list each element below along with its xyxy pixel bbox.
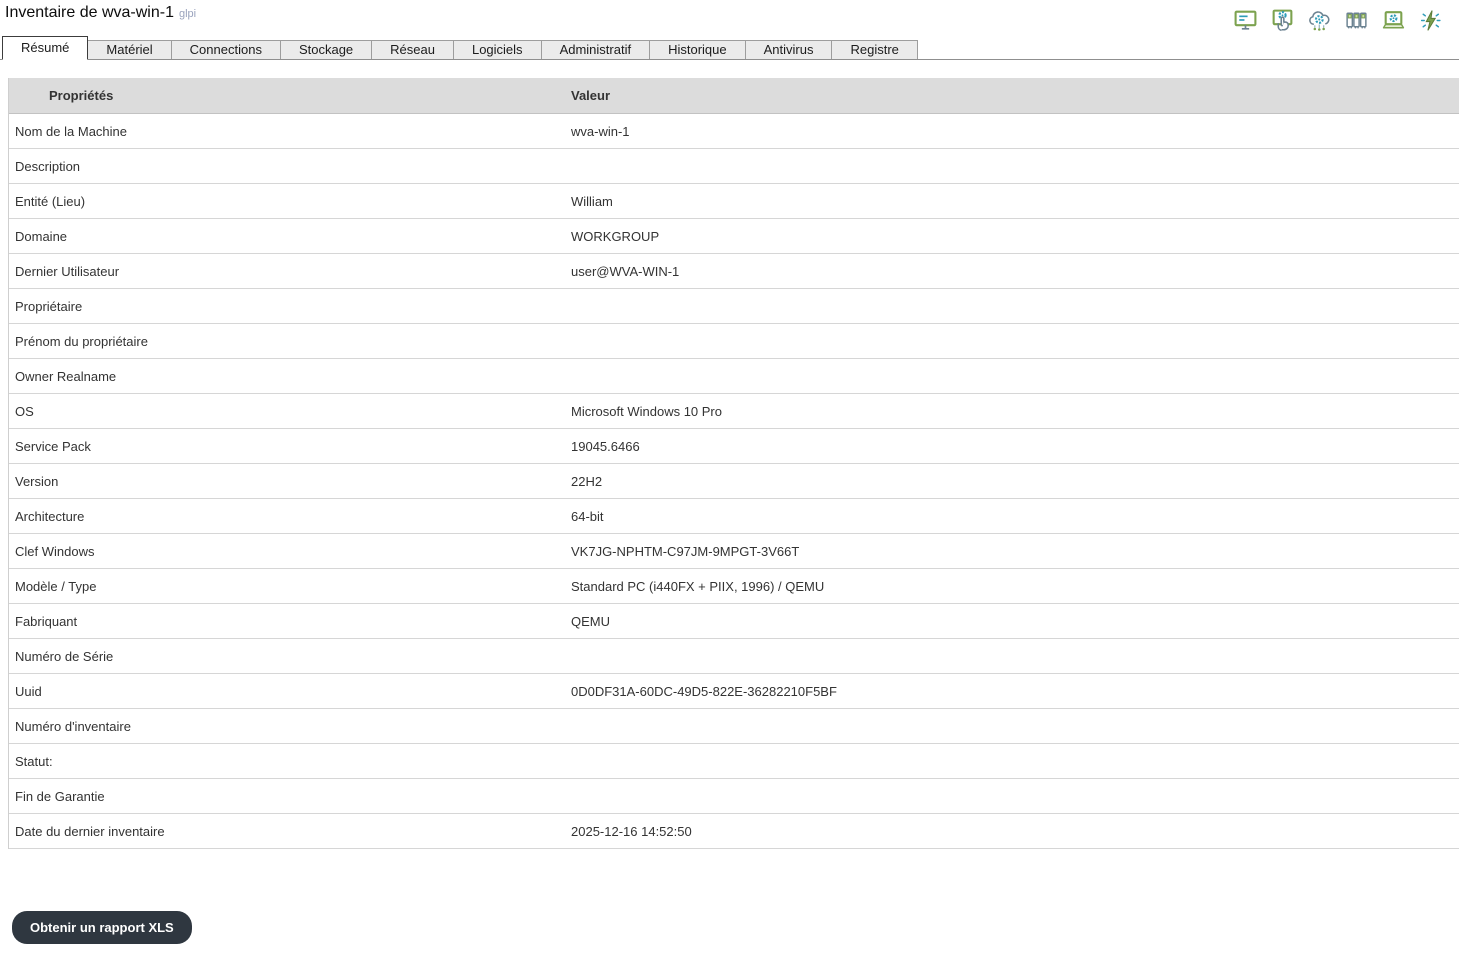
property-label: Entité (Lieu) [15,193,86,209]
tab-historique[interactable]: Historique [649,40,746,59]
table-row: Owner Realname [9,359,1459,394]
property-label: Architecture [15,508,85,524]
laptop-settings-icon[interactable] [1380,7,1406,33]
table-row: Statut: [9,744,1459,779]
table-row: Dernier Utilisateur user@WVA-WIN-1 [9,254,1459,289]
table-row: Clef Windows VK7JG-NPHTM-C97JM-9MPGT-3V6… [9,534,1459,569]
server-rack-icon[interactable] [1343,7,1369,33]
property-label: Service Pack [15,438,91,454]
glpi-link[interactable]: glpi [179,8,196,20]
page-title: Inventaire de wva-win-1 [5,4,174,21]
property-label: Version [15,473,59,489]
page-title-wrap: Inventaire de wva-win-1 glpi [5,2,196,22]
property-value: QEMU [571,613,610,629]
property-value: 22H2 [571,473,603,489]
tab-resume[interactable]: Résumé [2,36,89,60]
property-value: VK7JG-NPHTM-C97JM-9MPGT-3V66T [571,543,800,559]
tab-logiciels[interactable]: Logiciels [452,40,542,59]
property-value: Standard PC (i440FX + PIIX, 1996) / QEMU [571,578,825,594]
table-row: Version 22H2 [9,464,1459,499]
table-row: Entité (Lieu) William [9,184,1459,219]
property-value: WORKGROUP [571,228,660,244]
property-value: user@WVA-WIN-1 [571,263,680,279]
property-value: 19045.6466 [571,438,640,454]
table-row: Modèle / Type Standard PC (i440FX + PIIX… [9,569,1459,604]
icon-toolbar [1232,7,1443,33]
table-row: Numéro de Série [9,639,1459,674]
property-label: OS [15,403,34,419]
property-label: Modèle / Type [15,578,97,594]
property-label: Nom de la Machine [15,123,127,139]
table-row: Architecture 64-bit [9,499,1459,534]
table-row: Date du dernier inventaire 2025-12-16 14… [9,814,1459,849]
tab-antivirus[interactable]: Antivirus [744,40,833,59]
tab-stockage[interactable]: Stockage [279,40,373,59]
column-header-value: Valeur [571,88,611,103]
table-row: Domaine WORKGROUP [9,219,1459,254]
page-header: Inventaire de wva-win-1 glpi [0,0,1459,37]
table-row: Fin de Garantie [9,779,1459,814]
property-value: William [571,193,613,209]
display-summary-icon[interactable] [1232,7,1258,33]
table-row: Fabriquant QEMU [9,604,1459,639]
property-label: Fabriquant [15,613,78,629]
property-label: Propriétaire [15,298,83,314]
property-label: Clef Windows [15,543,95,559]
xls-report-button[interactable]: Obtenir un rapport XLS [12,911,192,944]
table-row: Propriétaire [9,289,1459,324]
table-header-row: Propriétés Valeur [9,78,1459,114]
tab-bar: Résumé Matériel Connections Stockage Rés… [0,36,1459,60]
property-label: Description [15,158,81,174]
property-label: Date du dernier inventaire [15,823,165,839]
property-label: Dernier Utilisateur [15,263,120,279]
tab-connections[interactable]: Connections [170,40,281,59]
table-row: Service Pack 19045.6466 [9,429,1459,464]
tab-reseau[interactable]: Réseau [371,40,454,59]
snmp-cloud-icon[interactable] [1306,7,1332,33]
table-row: OS Microsoft Windows 10 Pro [9,394,1459,429]
property-label: Uuid [15,683,42,699]
property-label: Prénom du propriétaire [15,333,148,349]
table-row: Description [9,149,1459,184]
property-label: Fin de Garantie [15,788,105,804]
tab-registre[interactable]: Registre [831,40,918,59]
property-value: Microsoft Windows 10 Pro [571,403,722,419]
property-label: Statut: [15,753,53,769]
property-label: Numéro d'inventaire [15,718,131,734]
property-label: Numéro de Série [15,648,114,664]
property-value: 64-bit [571,508,604,524]
table-row: Nom de la Machine wva-win-1 [9,114,1459,149]
property-label: Domaine [15,228,68,244]
property-value: 0D0DF31A-60DC-49D5-822E-36282210F5BF [571,683,837,699]
property-value: wva-win-1 [571,123,630,139]
table-row: Prénom du propriétaire [9,324,1459,359]
tab-materiel[interactable]: Matériel [87,40,172,59]
table-row: Uuid 0D0DF31A-60DC-49D5-822E-36282210F5B… [9,674,1459,709]
property-value: 2025-12-16 14:52:50 [571,823,692,839]
properties-table: Propriétés Valeur Nom de la Machine wva-… [8,78,1459,849]
table-row: Numéro d'inventaire [9,709,1459,744]
tab-administratif[interactable]: Administratif [540,40,651,59]
wake-on-lan-icon[interactable] [1417,7,1443,33]
property-label: Owner Realname [15,368,117,384]
column-header-properties: Propriétés [49,88,114,103]
remote-touch-config-icon[interactable] [1269,7,1295,33]
